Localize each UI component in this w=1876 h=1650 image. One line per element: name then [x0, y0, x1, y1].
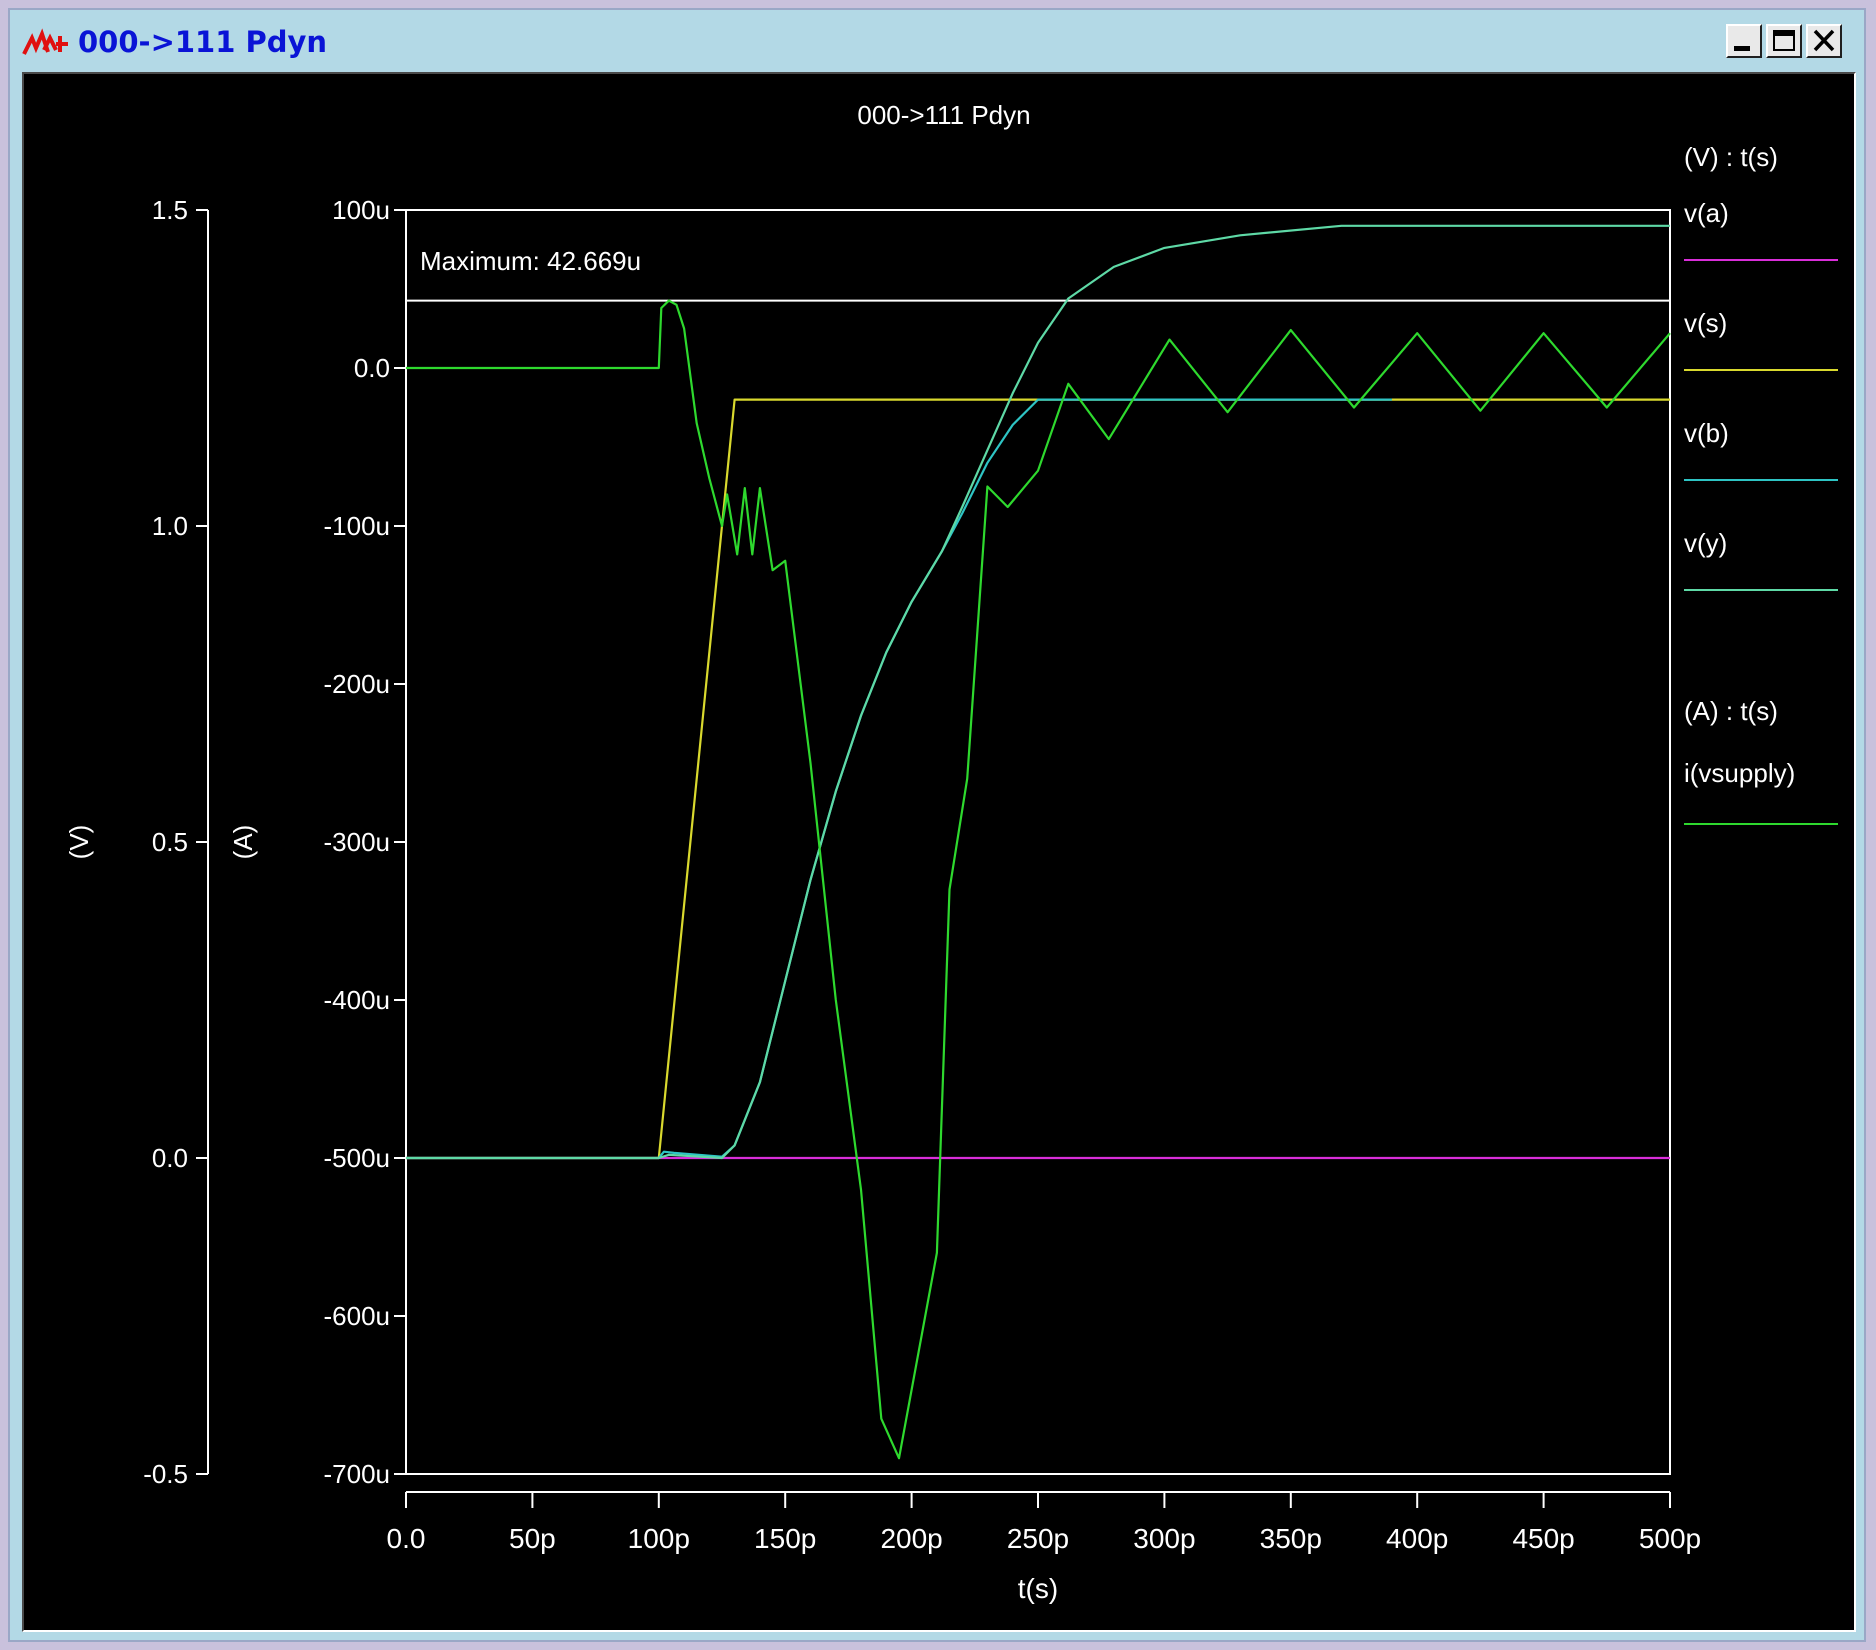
close-icon	[1813, 29, 1835, 52]
x-tick-label: 50p	[509, 1523, 556, 1554]
a-tick-label: -100u	[324, 511, 391, 541]
a-tick-label: -200u	[324, 669, 391, 699]
v-axis-ticks: 1.5 1.0 0.5 0.0 -0.5	[143, 195, 208, 1489]
a-tick-label: -300u	[324, 827, 391, 857]
x-axis-ticks: 0.0 50p 100p 150p 200p 250p 300p 350p 400p 450p 50…	[387, 1492, 1701, 1554]
maximum-annotation: Maximum: 42.669u	[420, 246, 641, 276]
x-tick-label: 400p	[1386, 1523, 1448, 1554]
series-v-b	[406, 398, 1392, 1160]
minimize-button[interactable]	[1726, 24, 1762, 58]
waveform-app-icon	[22, 28, 68, 55]
x-tick-label: 450p	[1512, 1523, 1574, 1554]
v-tick-label: 1.5	[152, 195, 188, 225]
v-tick-label: -0.5	[143, 1459, 188, 1489]
x-tick-label: 300p	[1133, 1523, 1195, 1554]
x-tick-label: 250p	[1007, 1523, 1069, 1554]
titlebar[interactable]: 000->111 Pdyn	[10, 10, 1864, 76]
x-tick-label: 350p	[1260, 1523, 1322, 1554]
x-axis-label: t(s)	[1018, 1573, 1058, 1604]
series-v-s	[406, 398, 1670, 1160]
legend-current-header: (A) : t(s)	[1684, 696, 1778, 726]
maximize-button[interactable]	[1766, 24, 1802, 58]
a-tick-label: 100u	[332, 195, 390, 225]
legend-label: v(a)	[1684, 198, 1729, 228]
close-button[interactable]	[1806, 24, 1842, 58]
legend-label: v(s)	[1684, 308, 1727, 338]
plot-area[interactable]: 000->111 Pdyn 1.5 1.0 0.5 0.0 -0.5 (V) (A) 1…	[22, 72, 1856, 1632]
app-window: 000->111 Pdyn 000->111 Pdyn 1.5 1.0 0.5 0.0…	[8, 8, 1866, 1642]
window-title: 000->111 Pdyn	[78, 25, 328, 59]
legend-voltage-header: (V) : t(s)	[1684, 142, 1778, 172]
x-tick-label: 100p	[628, 1523, 690, 1554]
a-axis-ticks: 100u 0.0 -100u -200u -300u -400u -500u -600u -70…	[324, 195, 406, 1489]
minimize-icon	[1734, 46, 1750, 51]
v-tick-label: 0.0	[152, 1143, 188, 1173]
legend-label: v(b)	[1684, 418, 1729, 448]
series-layer	[406, 224, 1671, 1460]
x-tick-label: 500p	[1639, 1523, 1701, 1554]
x-tick-label: 200p	[880, 1523, 942, 1554]
legend: (V) : t(s) v(a) v(s) v(b) v(y) (A) : t(s) i(vs…	[1684, 142, 1838, 825]
chart-title: 000->111 Pdyn	[857, 100, 1030, 130]
a-tick-label: -600u	[324, 1301, 391, 1331]
legend-label: v(y)	[1684, 528, 1727, 558]
a-tick-label: -700u	[324, 1459, 391, 1489]
a-tick-label: 0.0	[354, 353, 390, 383]
v-axis-label: (V)	[64, 825, 94, 860]
series-i-vsupply	[406, 299, 1671, 1460]
v-tick-label: 0.5	[152, 827, 188, 857]
series-v-y	[406, 224, 1670, 1160]
waveform-chart: 000->111 Pdyn 1.5 1.0 0.5 0.0 -0.5 (V) (A) 1…	[64, 100, 1838, 1604]
legend-label: i(vsupply)	[1684, 758, 1795, 788]
v-tick-label: 1.0	[152, 511, 188, 541]
a-tick-label: -500u	[324, 1143, 391, 1173]
maximize-icon	[1773, 30, 1795, 51]
x-tick-label: 0.0	[387, 1523, 426, 1554]
x-tick-label: 150p	[754, 1523, 816, 1554]
a-tick-label: -400u	[324, 985, 391, 1015]
a-axis-label: (A)	[228, 825, 258, 860]
